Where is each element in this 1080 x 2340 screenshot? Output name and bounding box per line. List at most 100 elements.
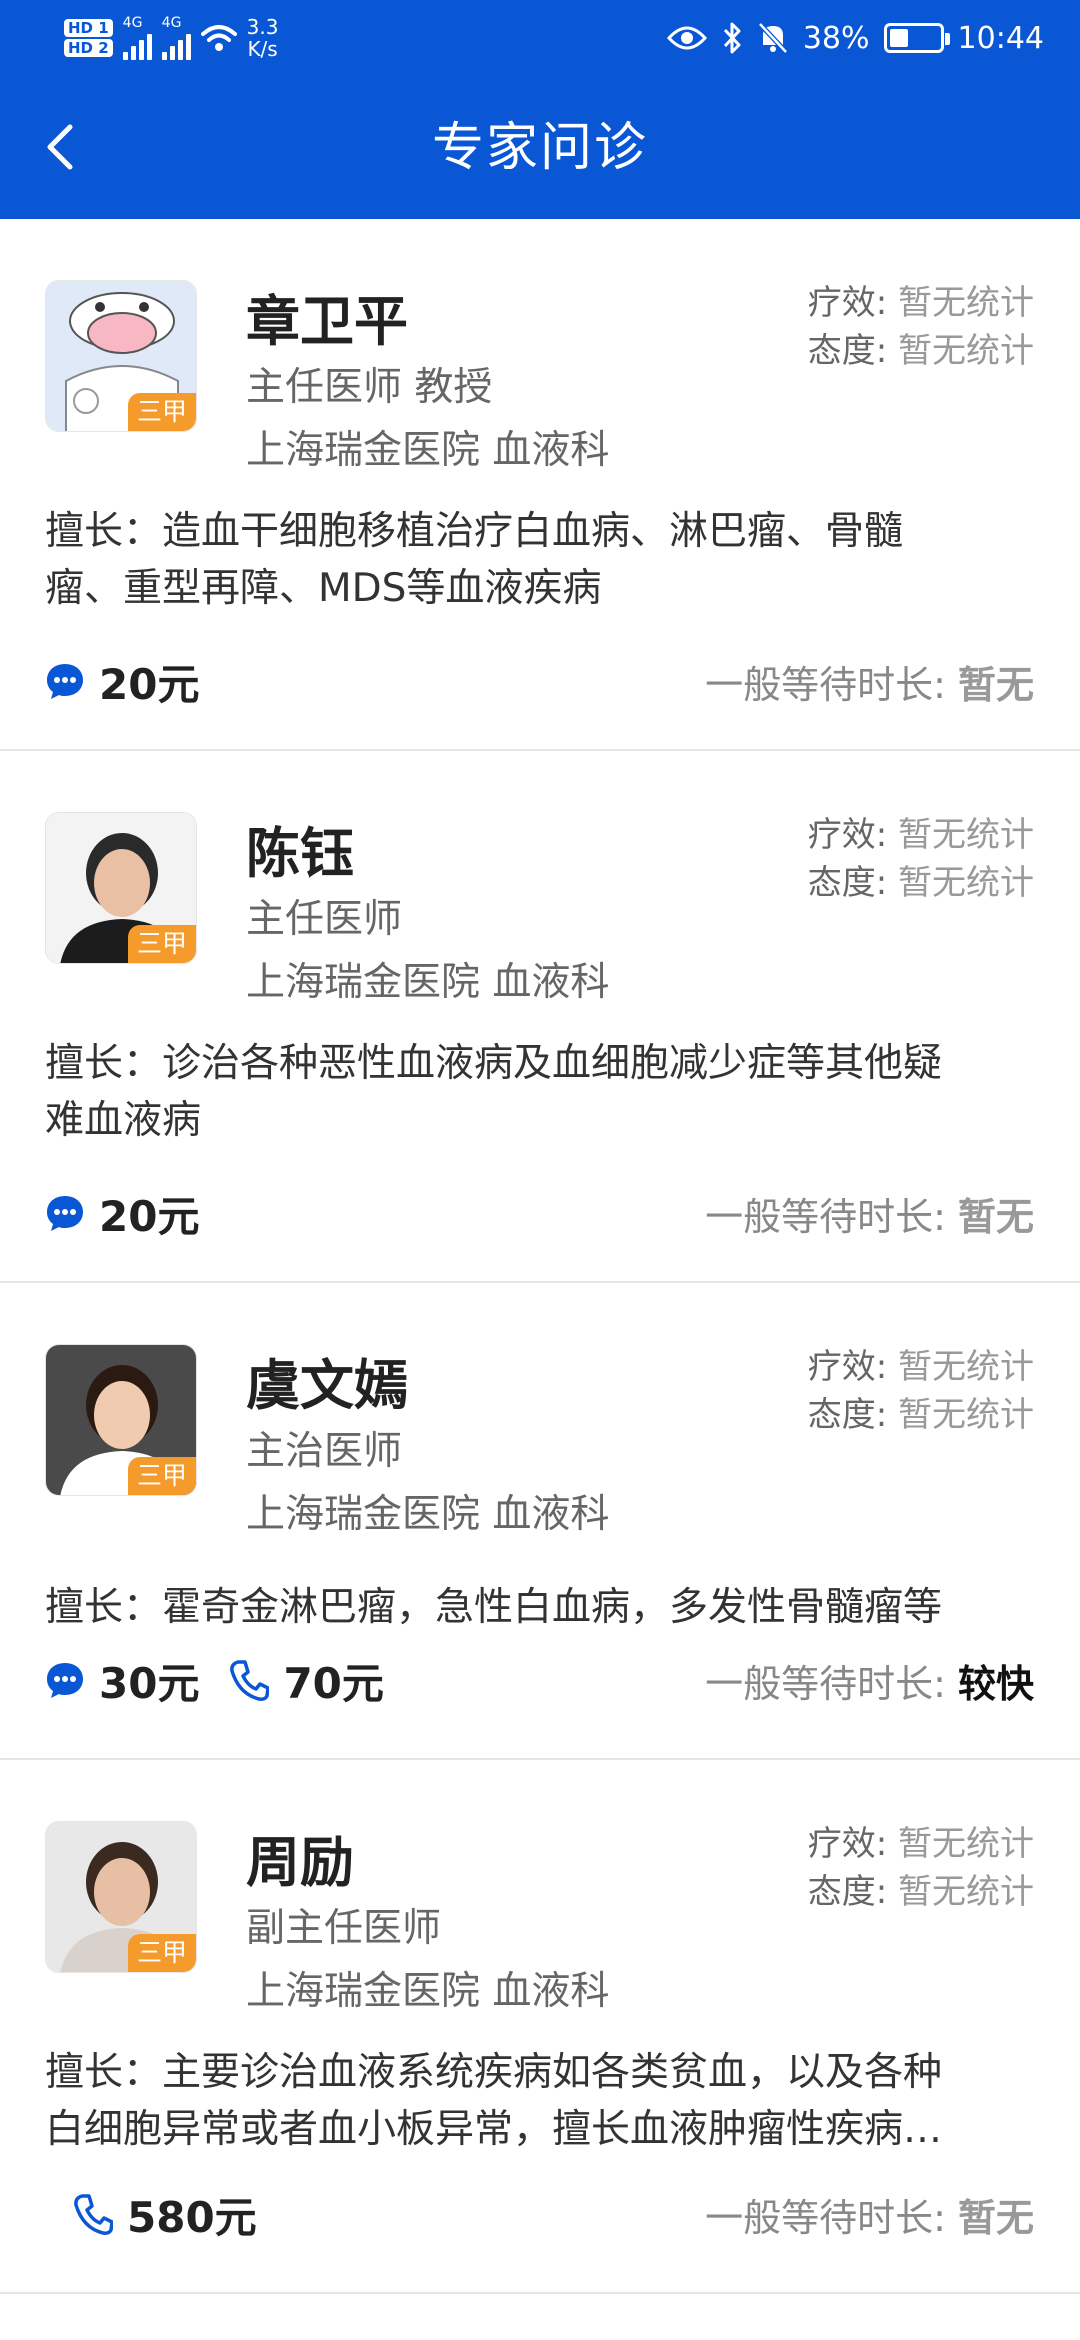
chat-consult-price[interactable]: 20元 (45, 651, 199, 712)
network-type-2: 4G (161, 15, 182, 31)
wait-time-label: 一般等待时长: (705, 1194, 946, 1239)
mute-bell-icon (758, 22, 788, 54)
doctor-title: 主任医师 教授 (246, 365, 493, 410)
efficacy-value: 暂无统计 (898, 1824, 1034, 1864)
consult-options: 20元 一般等待时长: 暂无 (45, 1183, 1034, 1243)
page-title: 专家问诊 (431, 118, 648, 178)
sim-indicators: HD 1 HD 2 (64, 19, 113, 57)
consult-options: 580元 一般等待时长: 暂无 (45, 2184, 1034, 2244)
network-speed: 3.3 K/s (246, 15, 279, 61)
app-header: HD 1 HD 2 4G 4G 3.3 K/s 38% 10:44 专家问诊 (0, 0, 1080, 219)
doctor-hospital: 上海瑞金医院 血液科 (246, 428, 610, 473)
doctor-avatar: 三甲 (45, 1344, 197, 1496)
efficacy-label: 疗效: (807, 1824, 888, 1864)
chat-price-value: 30元 (99, 1658, 200, 1708)
doctor-name: 陈钰 (246, 822, 354, 885)
chat-consult-price[interactable]: 30元 (45, 1650, 199, 1711)
chat-price-value: 20元 (99, 659, 200, 709)
wait-time-value: 暂无 (957, 662, 1034, 707)
doctor-card[interactable]: 三甲 周励 副主任医师 上海瑞金医院 血液科 疗效: 暂无统计 态度: 暂无统计… (0, 1760, 1080, 2294)
efficacy-label: 疗效: (807, 283, 888, 323)
attitude-label: 态度: (807, 331, 888, 371)
hospital-grade-badge: 三甲 (128, 1934, 196, 1972)
phone-price-value: 580元 (127, 2192, 257, 2242)
wait-time: 一般等待时长: 较快 (705, 1653, 1034, 1708)
wait-time: 一般等待时长: 暂无 (705, 1186, 1034, 1241)
phone-consult-price[interactable]: 580元 (73, 2184, 257, 2245)
wait-time-value: 较快 (957, 1661, 1034, 1706)
wait-time-value: 暂无 (957, 1194, 1034, 1239)
attitude-value: 暂无统计 (898, 331, 1034, 371)
chat-bubble-icon (47, 1663, 83, 1698)
attitude-label: 态度: (807, 1395, 888, 1435)
doctor-ratings: 疗效: 暂无统计 态度: 暂无统计 (808, 279, 1034, 375)
phone-icon (230, 1660, 270, 1701)
bluetooth-icon (723, 22, 741, 54)
attitude-value: 暂无统计 (898, 863, 1034, 903)
wait-time: 一般等待时长: 暂无 (705, 654, 1034, 709)
signal-2: 4G (161, 15, 191, 60)
doctor-card[interactable]: 三甲 陈钰 主任医师 上海瑞金医院 血液科 疗效: 暂无统计 态度: 暂无统计 … (0, 751, 1080, 1283)
doctor-title: 主治医师 (246, 1429, 403, 1474)
wifi-icon (200, 25, 237, 51)
efficacy-value: 暂无统计 (898, 1347, 1034, 1387)
wait-time-label: 一般等待时长: (705, 1661, 946, 1706)
attitude-value: 暂无统计 (898, 1872, 1034, 1912)
network-type-1: 4G (122, 15, 143, 31)
hospital-grade-badge: 三甲 (128, 925, 196, 963)
nav-bar: 专家问诊 (0, 75, 1080, 219)
hospital-grade-badge: 三甲 (128, 393, 196, 431)
efficacy-value: 暂无统计 (898, 283, 1034, 323)
wait-time-label: 一般等待时长: (705, 662, 946, 707)
chat-bubble-icon (47, 1196, 83, 1231)
doctor-ratings: 疗效: 暂无统计 态度: 暂无统计 (808, 1343, 1034, 1439)
status-bar: HD 1 HD 2 4G 4G 3.3 K/s 38% 10:44 (0, 0, 1080, 75)
sim2-badge: HD 2 (64, 39, 113, 57)
doctor-name: 虞文嫣 (246, 1354, 408, 1417)
doctor-hospital: 上海瑞金医院 血液科 (246, 960, 610, 1005)
attitude-value: 暂无统计 (898, 1395, 1034, 1435)
attitude-label: 态度: (807, 1872, 888, 1912)
doctor-expertise: 擅长：诊治各种恶性血液病及血细胞减少症等其他疑 难血液病 (45, 1041, 943, 1143)
doctor-hospital: 上海瑞金医院 血液科 (246, 1969, 610, 2014)
chat-price-value: 20元 (99, 1191, 200, 1241)
efficacy-label: 疗效: (807, 1347, 888, 1387)
phone-consult-price[interactable]: 70元 (229, 1650, 384, 1711)
clock: 10:44 (957, 20, 1044, 56)
consult-options: 20元 一般等待时长: 暂无 (45, 651, 1034, 711)
doctor-name: 周励 (246, 1831, 354, 1894)
doctor-ratings: 疗效: 暂无统计 态度: 暂无统计 (808, 1820, 1034, 1916)
signal-bars-icon (122, 30, 152, 60)
signal-1: 4G (122, 15, 152, 60)
chat-bubble-icon (47, 664, 83, 699)
doctor-expertise: 擅长：主要诊治血液系统疾病如各类贫血，以及各种 白细胞异常或者血小板异常，擅长血… (45, 2050, 943, 2152)
chat-consult-price[interactable]: 20元 (45, 1183, 199, 1244)
battery-icon (883, 23, 950, 53)
doctor-hospital: 上海瑞金医院 血液科 (246, 1492, 610, 1537)
doctor-card[interactable]: 三甲 章卫平 主任医师 教授 上海瑞金医院 血液科 疗效: 暂无统计 态度: 暂… (0, 219, 1080, 751)
eye-icon (666, 26, 707, 50)
consult-options: 30元 70元 一般等待时长: 较快 (45, 1650, 1034, 1710)
doctor-list: 三甲 章卫平 主任医师 教授 上海瑞金医院 血液科 疗效: 暂无统计 态度: 暂… (0, 219, 1080, 2294)
wait-time-value: 暂无 (957, 2195, 1034, 2240)
doctor-name: 章卫平 (246, 290, 408, 353)
efficacy-value: 暂无统计 (898, 815, 1034, 855)
doctor-title: 主任医师 (246, 897, 403, 942)
battery-percent: 38% (802, 20, 870, 56)
sim1-badge: HD 1 (64, 19, 113, 37)
attitude-label: 态度: (807, 863, 888, 903)
phone-price-value: 70元 (283, 1658, 384, 1708)
hospital-grade-badge: 三甲 (128, 1457, 196, 1495)
doctor-title: 副主任医师 (246, 1906, 442, 1951)
doctor-avatar: 三甲 (45, 812, 197, 964)
doctor-expertise: 擅长：霍奇金淋巴瘤，急性白血病，多发性骨髓瘤等 (45, 1585, 943, 1630)
wait-time-label: 一般等待时长: (705, 2195, 946, 2240)
doctor-card[interactable]: 三甲 虞文嫣 主治医师 上海瑞金医院 血液科 疗效: 暂无统计 态度: 暂无统计… (0, 1283, 1080, 1760)
doctor-ratings: 疗效: 暂无统计 态度: 暂无统计 (808, 811, 1034, 907)
doctor-avatar: 三甲 (45, 280, 197, 432)
wait-time: 一般等待时长: 暂无 (705, 2187, 1034, 2242)
signal-bars-icon (161, 30, 191, 60)
doctor-avatar: 三甲 (45, 1821, 197, 1973)
efficacy-label: 疗效: (807, 815, 888, 855)
phone-icon (74, 2194, 113, 2235)
